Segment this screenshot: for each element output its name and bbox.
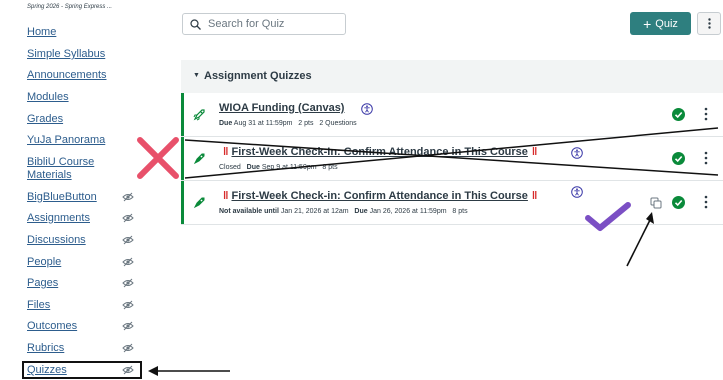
quiz-meta: Due Aug 31 at 11:59pm 2 pts 2 Questions xyxy=(219,120,357,127)
plus-icon: + xyxy=(643,15,652,32)
add-quiz-label: Quiz xyxy=(655,17,678,30)
eye-slash-icon xyxy=(122,321,134,331)
published-check-icon[interactable] xyxy=(672,108,685,121)
published-check-icon[interactable] xyxy=(672,196,685,209)
quiz-settings-menu-button[interactable] xyxy=(697,12,721,35)
rocket-icon xyxy=(193,109,205,121)
rocket-icon xyxy=(193,153,205,165)
search-icon xyxy=(190,19,201,30)
nav-pages[interactable]: Pages xyxy=(27,277,58,290)
eye-slash-icon xyxy=(122,343,134,353)
pin-icon: ‖ xyxy=(223,190,229,202)
quiz-meta: Not available until Jan 21, 2026 at 12am… xyxy=(219,208,468,215)
kebab-icon xyxy=(707,18,711,29)
assignment-quizzes-header[interactable]: ▼ Assignment Quizzes xyxy=(181,60,723,93)
quiz-row: WIOA Funding (Canvas) Due Aug 31 at 11:5… xyxy=(181,93,723,137)
eye-slash-icon xyxy=(122,213,134,223)
pin-icon: ‖ xyxy=(223,146,229,158)
kebab-icon[interactable] xyxy=(704,107,708,121)
eye-slash-icon xyxy=(122,257,134,267)
caret-down-icon: ▼ xyxy=(193,72,200,79)
pin-icon: ‖ xyxy=(531,190,538,202)
search-box xyxy=(182,13,346,35)
course-navigation: Spring 2026 - Spring Express ... Home Si… xyxy=(0,0,170,380)
eye-slash-icon xyxy=(122,300,134,310)
nav-home[interactable]: Home xyxy=(27,26,56,39)
quiz-title-link[interactable]: First-Week Check-in: Confirm Attendance … xyxy=(231,190,527,202)
nav-announcements[interactable]: Announcements xyxy=(27,69,107,82)
group-title: Assignment Quizzes xyxy=(204,70,312,82)
rocket-icon xyxy=(193,197,205,209)
nav-grades[interactable]: Grades xyxy=(27,113,63,126)
published-bar xyxy=(181,181,184,224)
nav-bigbluebutton[interactable]: BigBlueButton xyxy=(27,191,97,204)
nav-people[interactable]: People xyxy=(27,256,61,269)
nav-assignments[interactable]: Assignments xyxy=(27,212,90,225)
quiz-title-link[interactable]: WIOA Funding (Canvas) xyxy=(219,102,344,114)
nav-simple-syllabus[interactable]: Simple Syllabus xyxy=(27,48,105,61)
quizzes-highlight-box xyxy=(22,361,142,379)
eye-slash-icon xyxy=(122,192,134,202)
nav-rubrics[interactable]: Rubrics xyxy=(27,342,64,355)
nav-yuja-panorama[interactable]: YuJa Panorama xyxy=(27,134,105,147)
quiz-title-link[interactable]: First-Week Check-In: Confirm Attendance … xyxy=(231,146,527,158)
accessibility-icon xyxy=(571,147,583,159)
published-bar xyxy=(181,137,184,180)
term-name: Spring 2026 - Spring Express ... xyxy=(27,4,113,10)
published-check-icon[interactable] xyxy=(672,152,685,165)
accessibility-icon xyxy=(361,103,373,115)
nav-files[interactable]: Files xyxy=(27,299,50,312)
nav-modules[interactable]: Modules xyxy=(27,91,69,104)
search-input[interactable] xyxy=(208,16,342,32)
nav-discussions[interactable]: Discussions xyxy=(27,234,86,247)
quiz-row: ‖ First-Week Check-In: Confirm Attendance… xyxy=(181,137,723,181)
quiz-meta: Closed Due Sep 9 at 11:59pm 8 pts xyxy=(219,164,338,171)
kebab-icon[interactable] xyxy=(704,195,708,209)
quiz-title-wrapper: ‖ First-Week Check-In: Confirm Attendance… xyxy=(219,146,540,158)
nav-outcomes[interactable]: Outcomes xyxy=(27,320,77,333)
eye-slash-icon xyxy=(122,235,134,245)
accessibility-icon xyxy=(571,186,583,198)
nav-bibliu-course-materials[interactable]: BibliU Course Materials xyxy=(27,156,117,182)
published-bar xyxy=(181,93,184,136)
copy-icon[interactable] xyxy=(650,197,662,209)
eye-slash-icon xyxy=(122,278,134,288)
quiz-title-wrapper: ‖ First-Week Check-in: Confirm Attendance… xyxy=(219,190,540,202)
kebab-icon[interactable] xyxy=(704,151,708,165)
pin-icon: ‖ xyxy=(531,146,538,158)
quiz-row: ‖ First-Week Check-in: Confirm Attendance… xyxy=(181,181,723,225)
add-quiz-button[interactable]: + Quiz xyxy=(630,12,691,35)
